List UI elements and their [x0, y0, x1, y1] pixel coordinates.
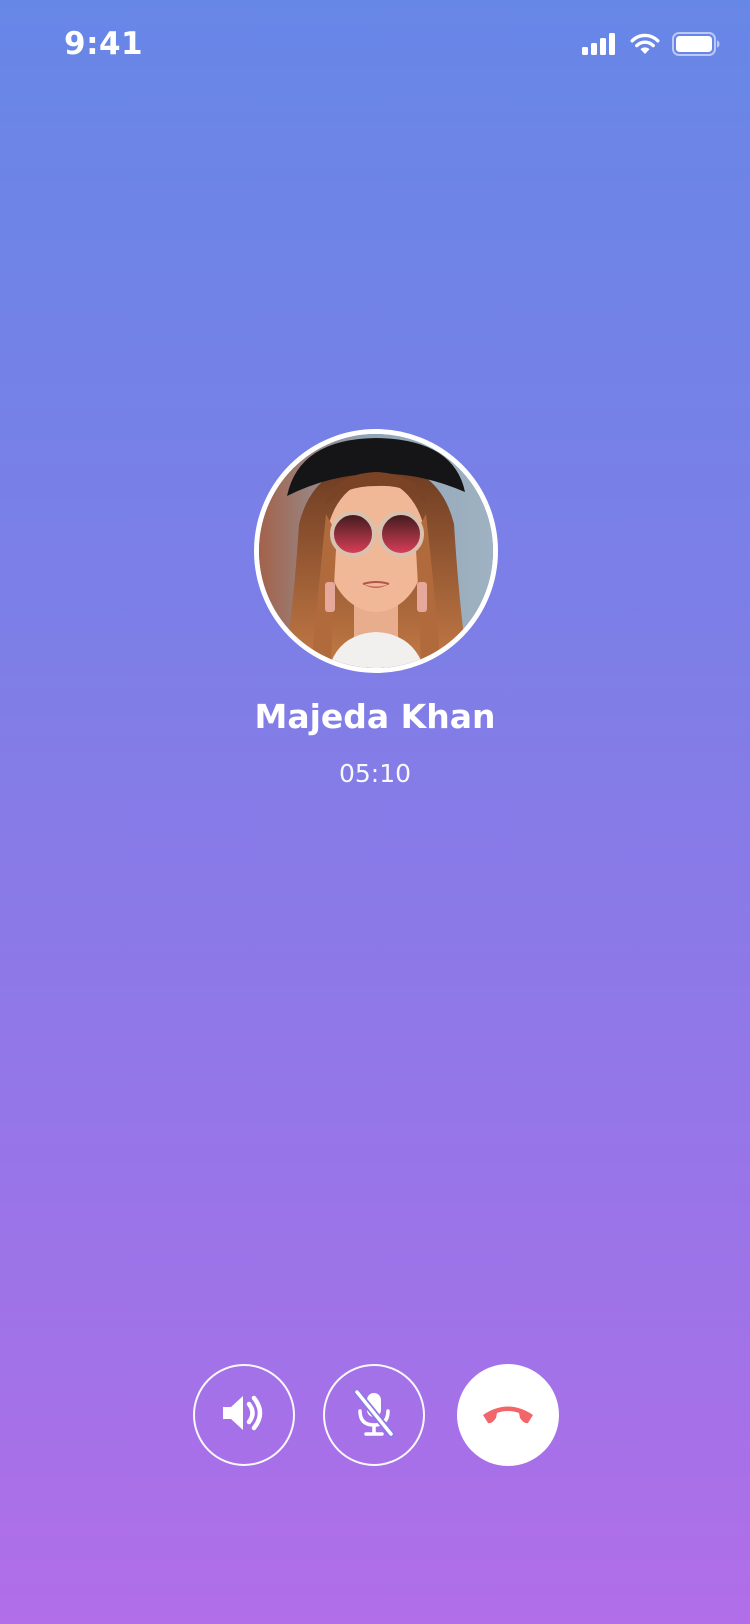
microphone-off-icon — [352, 1388, 396, 1442]
speaker-icon — [221, 1393, 267, 1438]
call-duration: 05:10 — [338, 759, 412, 788]
caller-avatar — [254, 429, 498, 673]
status-bar: 9:41 — [0, 0, 750, 90]
battery-icon — [672, 32, 720, 56]
caller-name: Majeda Khan — [254, 697, 496, 736]
phone-hangup-icon — [479, 1400, 537, 1431]
call-screen: 9:41 Majeda Khan 05:10 — [0, 0, 750, 1624]
end-call-button[interactable] — [457, 1364, 559, 1466]
status-time: 9:41 — [64, 26, 144, 62]
call-controls — [0, 1364, 750, 1466]
speaker-button[interactable] — [193, 1364, 295, 1466]
cellular-signal-icon — [582, 33, 618, 55]
mute-button[interactable] — [323, 1364, 425, 1466]
wifi-icon — [630, 33, 660, 55]
status-icons — [582, 32, 720, 56]
